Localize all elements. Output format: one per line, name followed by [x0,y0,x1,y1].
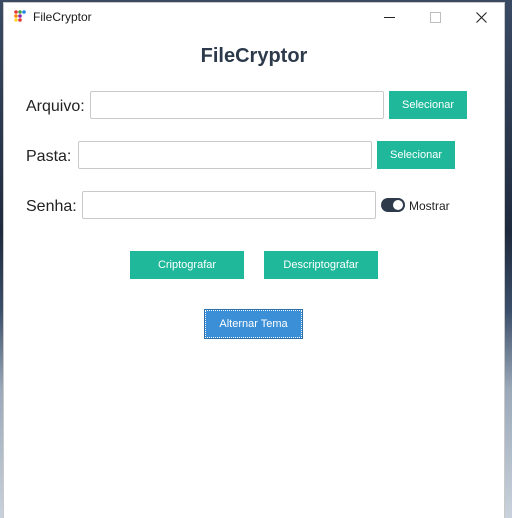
window-title: FileCryptor [33,10,92,24]
arquivo-input[interactable] [90,91,384,119]
toggle-theme-button[interactable]: Alternar Tema [204,309,303,339]
maximize-icon [429,11,441,23]
pasta-select-button[interactable]: Selecionar [377,141,455,169]
minimize-button[interactable] [366,3,412,31]
encrypt-button[interactable]: Criptografar [130,251,244,279]
arquivo-label: Arquivo: [26,98,85,115]
app-logo-icon [14,10,26,22]
close-icon [475,11,487,23]
minimize-icon [383,16,395,18]
close-button[interactable] [458,3,504,31]
show-password-label[interactable]: Mostrar [409,199,450,213]
decrypt-button[interactable]: Descriptografar [264,251,378,279]
pasta-label: Pasta: [26,148,72,165]
page-title: FileCryptor [200,45,308,67]
pasta-input[interactable] [78,141,372,169]
senha-input[interactable] [82,191,376,219]
title-bar[interactable]: FileCryptor [4,3,504,31]
maximize-button[interactable] [412,3,458,31]
app-window: FileCryptor FileCryptor Arquivo: Selecio… [4,3,504,518]
arquivo-select-button[interactable]: Selecionar [389,91,467,119]
show-password-toggle[interactable] [381,198,405,212]
toggle-knob [393,200,403,210]
senha-label: Senha: [26,198,77,215]
